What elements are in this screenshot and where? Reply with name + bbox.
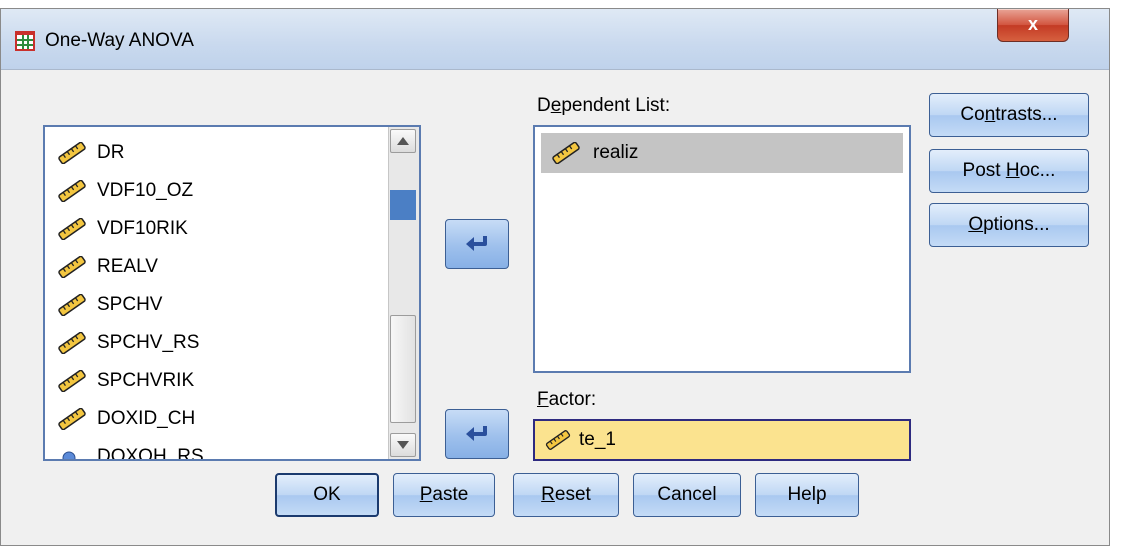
variable-list-item[interactable]: SPCHVRIK <box>55 365 194 397</box>
help-button[interactable]: Help <box>755 473 859 517</box>
button-label: Cancel <box>657 484 717 505</box>
ruler-icon <box>58 332 86 354</box>
variable-label: DR <box>97 142 125 163</box>
chevron-down-icon <box>397 441 409 449</box>
label-part: actor: <box>548 389 597 410</box>
factor-value: te_1 <box>579 429 616 450</box>
paste-button[interactable]: Paste <box>393 473 495 517</box>
arrow-left-icon <box>466 426 487 441</box>
button-label: Post Hoc... <box>963 160 1056 182</box>
label-part: ptions... <box>983 214 1050 235</box>
label-part: eset <box>554 484 591 505</box>
dependent-list-label: Dependent List: <box>537 95 670 117</box>
label-mnemonic: e <box>550 95 562 116</box>
scroll-up-button[interactable] <box>390 129 416 153</box>
label-mnemonic: P <box>419 484 433 505</box>
post-hoc-button[interactable]: Post Hoc... <box>929 149 1089 193</box>
variable-list-item[interactable]: SPCHV <box>55 289 162 321</box>
ruler-icon <box>58 218 86 240</box>
chevron-up-icon <box>397 137 409 145</box>
label-mnemonic: F <box>537 389 549 410</box>
ruler-icon <box>58 408 86 430</box>
button-label: Help <box>787 484 827 505</box>
scrollbar-selection-marker <box>390 190 416 220</box>
source-variable-list[interactable]: DR VDF10_OZ VDF10RIK REALV SPCHV SPCHV_RS SPCH… <box>43 125 421 461</box>
options-button[interactable]: Options... <box>929 203 1089 247</box>
label-mnemonic: O <box>968 214 984 235</box>
label-part: oc... <box>1019 160 1056 181</box>
scroll-thumb[interactable] <box>390 315 416 423</box>
button-label: Paste <box>420 484 469 506</box>
variable-list-item[interactable]: REALV <box>55 251 158 283</box>
variable-label: DOXID_CH <box>97 408 196 429</box>
dependent-list[interactable]: realiz <box>533 125 911 373</box>
ruler-icon <box>552 142 580 164</box>
label-part: trasts... <box>995 104 1058 125</box>
dependent-list-item[interactable]: realiz <box>541 133 903 173</box>
factor-label: Factor: <box>537 389 596 411</box>
label-mnemonic: n <box>984 104 996 125</box>
arrow-left-icon <box>466 236 487 251</box>
dependent-item-label: realiz <box>593 142 639 163</box>
label-mnemonic: R <box>541 484 555 505</box>
button-label: Reset <box>541 484 591 506</box>
variable-label: VDF10_OZ <box>97 180 194 201</box>
button-label: OK <box>313 484 341 505</box>
label-mnemonic: H <box>1005 160 1020 181</box>
data-grid-icon <box>15 31 35 51</box>
ruler-icon <box>58 256 86 278</box>
ok-button[interactable]: OK <box>275 473 379 517</box>
move-to-dependent-button[interactable] <box>445 219 509 269</box>
variable-list-item[interactable]: VDF10RIK <box>55 213 188 245</box>
ruler-icon <box>58 180 86 202</box>
variable-list-item[interactable]: DR <box>55 137 124 169</box>
variable-list-item[interactable]: SPCHV_RS <box>55 327 199 359</box>
variable-label: VDF10RIK <box>97 218 188 239</box>
vertical-scrollbar[interactable] <box>388 127 419 459</box>
variable-label: SPCHVRIK <box>97 370 195 391</box>
ruler-icon <box>545 430 571 450</box>
ruler-icon <box>58 142 86 164</box>
label-part: D <box>537 95 551 116</box>
move-to-factor-button[interactable] <box>445 409 509 459</box>
title-bar: One-Way ANOVA x <box>1 9 1109 70</box>
label-part: Post <box>962 160 1006 181</box>
cancel-button[interactable]: Cancel <box>633 473 741 517</box>
ruler-icon <box>58 294 86 316</box>
button-label: Contrasts... <box>960 104 1057 126</box>
factor-field[interactable]: te_1 <box>533 419 911 461</box>
variable-label: SPCHV_RS <box>97 332 200 353</box>
label-part: Co <box>960 104 985 125</box>
one-way-anova-dialog: One-Way ANOVA x DR VDF10_OZ VDF10RIK REALV S… <box>0 8 1110 546</box>
ruler-icon <box>58 370 86 392</box>
close-button[interactable]: x <box>997 9 1069 42</box>
contrasts-button[interactable]: Contrasts... <box>929 93 1089 137</box>
variable-label: DOXOH_RS <box>97 446 204 461</box>
close-icon: x <box>1027 14 1038 34</box>
variable-label: SPCHV <box>97 294 163 315</box>
variable-list-item[interactable]: DOXID_CH <box>55 403 195 435</box>
variable-label: REALV <box>97 256 158 277</box>
label-part: pendent List: <box>561 95 671 116</box>
reset-button[interactable]: Reset <box>513 473 619 517</box>
scroll-down-button[interactable] <box>390 433 416 457</box>
variable-list-item[interactable]: DOXOH_RS <box>55 441 204 461</box>
button-label: Options... <box>968 214 1049 236</box>
dialog-title: One-Way ANOVA <box>45 30 194 51</box>
variable-list-item[interactable]: VDF10_OZ <box>55 175 193 207</box>
nominal-icon <box>62 451 76 459</box>
label-part: aste <box>432 484 469 505</box>
